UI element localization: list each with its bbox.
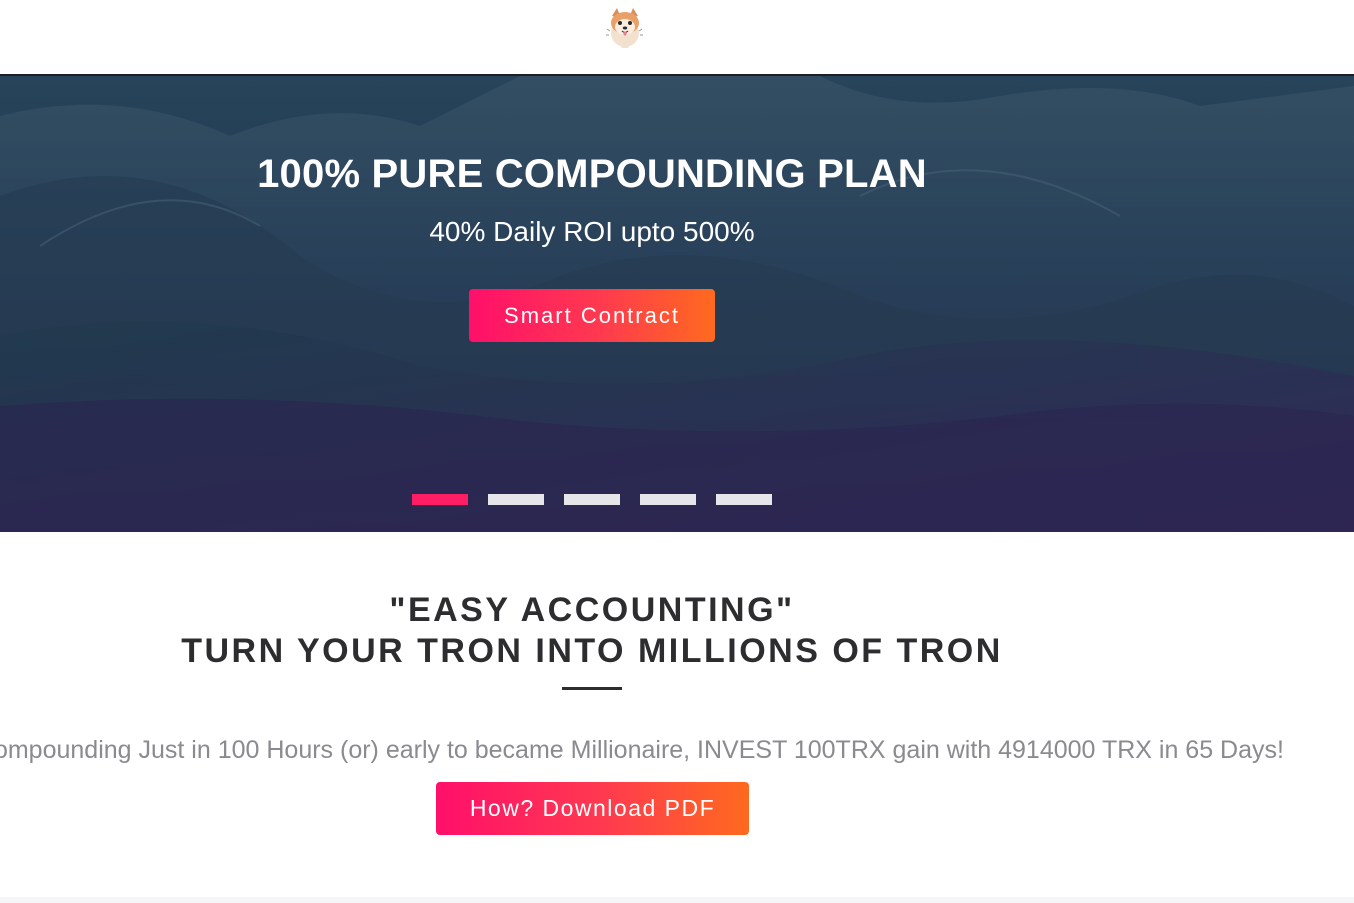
next-section-edge [0,897,1354,903]
hero-slider: 100% PURE COMPOUNDING PLAN 40% Daily ROI… [0,74,1354,532]
section-description: t Compounding Just in 100 Hours (or) ear… [0,736,1284,764]
hero-title: 100% PURE COMPOUNDING PLAN [257,152,927,196]
download-pdf-button[interactable]: How? Download PDF [436,782,749,835]
section-heading-line-1: "EASY ACCOUNTING" [389,591,795,629]
slider-pagination [412,494,772,506]
slide-dot-3[interactable] [564,494,620,505]
smart-contract-button[interactable]: Smart Contract [469,289,715,342]
site-header [0,0,1354,74]
section-heading-line-2: TURN YOUR TRON INTO MILLIONS OF TRON [181,632,1003,670]
slide-dot-2[interactable] [488,494,544,505]
hero-subtitle: 40% Daily ROI upto 500% [429,216,755,247]
slide-dot-4[interactable] [640,494,696,505]
section-heading: "EASY ACCOUNTING" TURN YOUR TRON INTO MI… [0,590,1184,672]
slide-dot-5[interactable] [716,494,772,505]
heading-divider [562,687,622,690]
slide-dot-1[interactable] [412,494,468,505]
shiba-dog-logo-icon[interactable] [603,3,647,51]
